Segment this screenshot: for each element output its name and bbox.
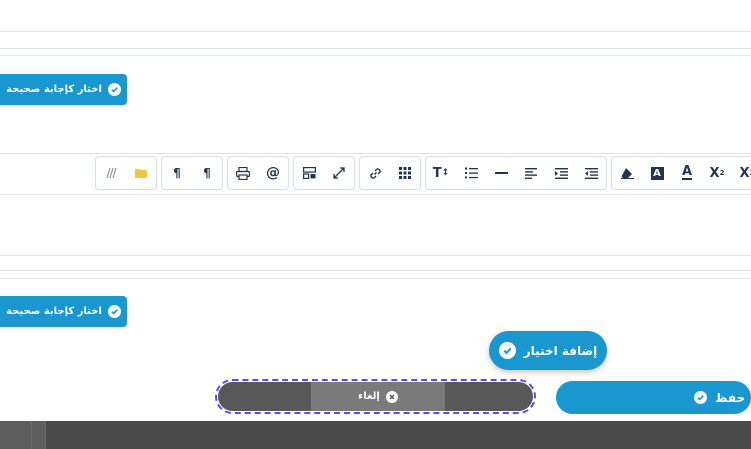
page-footer-background (0, 421, 751, 449)
check-circle-icon (107, 83, 121, 96)
divider (45, 421, 46, 449)
cancel-label: إلغاء (358, 391, 380, 402)
text-size-icon[interactable]: T ↕ (426, 157, 456, 189)
toolbar-group-misc (95, 156, 157, 190)
save-button-content: حفظ (694, 381, 745, 414)
divider (0, 31, 751, 32)
save-label: حفظ (715, 390, 746, 405)
paragraph-rtl-icon[interactable]: ¶ (192, 157, 222, 189)
cancel-button[interactable]: إلغاء (218, 382, 533, 411)
footer-edge (0, 421, 45, 449)
paragraph-ltr-icon[interactable]: ¶ (162, 157, 192, 189)
cancel-button-focus-outline: إلغاء (215, 379, 536, 414)
mark-correct-answer-label: اختار كإجابة صحيحة (6, 306, 102, 317)
divider (0, 278, 751, 279)
clear-format-icon[interactable] (612, 157, 642, 189)
superscript-icon[interactable]: X2 (702, 157, 732, 189)
check-circle-icon (694, 391, 707, 404)
print-icon[interactable] (228, 157, 258, 189)
add-choice-button[interactable]: إضافة اختيار (489, 331, 607, 370)
mark-correct-answer-label: اختار كإجابة صحيحة (6, 84, 102, 95)
toolbar-group-paragraph: T ↕ (425, 156, 607, 190)
subscript-icon[interactable]: X2 (732, 157, 751, 189)
table-icon[interactable] (390, 157, 420, 189)
divider (0, 255, 751, 256)
indent-icon[interactable] (576, 157, 606, 189)
cancel-button-content: إلغاء (311, 382, 445, 411)
toolbar-group-format: A A X2 X2 (611, 156, 751, 190)
link-icon[interactable] (360, 157, 390, 189)
toolbar-group-view (293, 156, 355, 190)
add-choice-label: إضافة اختيار (523, 343, 598, 358)
code-view-icon[interactable] (96, 157, 126, 189)
check-circle-icon (498, 342, 516, 359)
folder-icon[interactable] (126, 157, 156, 189)
mark-correct-answer-button[interactable]: اختار كإجابة صحيحة (0, 296, 127, 327)
toolbar-group-insert (359, 156, 421, 190)
divider (0, 55, 751, 56)
font-color-icon[interactable]: A (672, 157, 702, 189)
divider (0, 270, 751, 271)
horizontal-rule-icon[interactable] (486, 157, 516, 189)
close-circle-icon (385, 390, 398, 403)
ordered-list-icon[interactable] (456, 157, 486, 189)
background-color-icon[interactable]: A (642, 157, 672, 189)
align-left-icon[interactable] (516, 157, 546, 189)
check-circle-icon (107, 305, 121, 318)
save-button[interactable]: حفظ (556, 381, 751, 414)
divider (0, 48, 751, 49)
outdent-icon[interactable] (546, 157, 576, 189)
template-icon[interactable] (294, 157, 324, 189)
editor-toolbar: ¶ ¶ @ T ↕ A A X 2 X (95, 156, 751, 190)
toolbar-group-print: @ (227, 156, 289, 190)
toolbar-group-direction: ¶ ¶ (161, 156, 223, 190)
divider (31, 421, 32, 449)
mark-correct-answer-button[interactable]: اختار كإجابة صحيحة (0, 74, 127, 105)
fullscreen-icon[interactable] (324, 157, 354, 189)
mention-icon[interactable]: @ (258, 157, 288, 189)
text-size-glyph: T (432, 165, 442, 181)
